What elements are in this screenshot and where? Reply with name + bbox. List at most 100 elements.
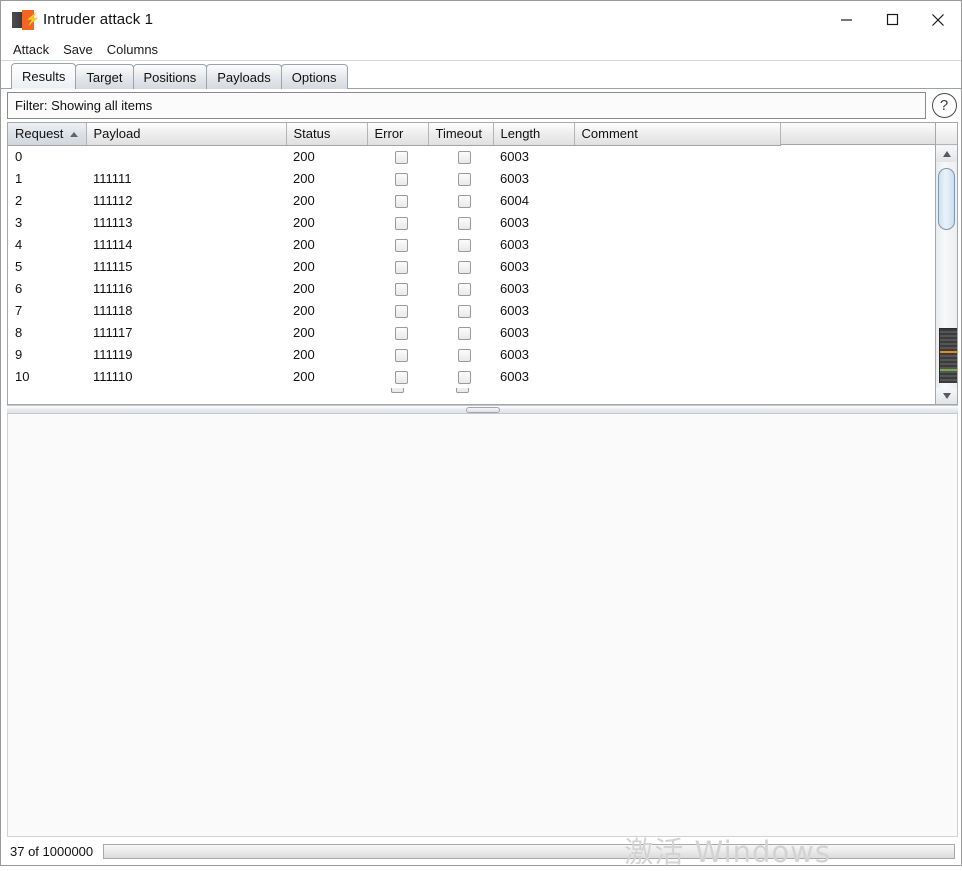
results-vertical-scrollbar[interactable] [935,122,958,405]
cell-timeout-checkbox[interactable] [428,145,493,167]
maximize-icon[interactable] [869,1,915,38]
table-row[interactable]: 7 111118 200 6003 [8,299,780,321]
cell-timeout-checkbox[interactable] [428,211,493,233]
cell-status: 200 [286,343,367,365]
panel-splitter[interactable] [7,405,958,414]
minimize-icon[interactable] [823,1,869,38]
menu-item-attack[interactable]: Attack [12,41,50,58]
column-header-status[interactable]: Status [286,123,368,146]
cell-payload [86,145,286,167]
cell-timeout-checkbox[interactable] [428,299,493,321]
cell-timeout-checkbox[interactable] [428,365,493,387]
checkbox-icon[interactable] [457,216,471,230]
checkbox-icon[interactable] [394,150,408,164]
column-header-comment[interactable]: Comment [574,123,781,146]
cell-request: 1 [8,167,86,189]
cell-request: 8 [8,321,86,343]
table-row[interactable]: 9 111119 200 6003 [8,343,780,365]
cell-request: 0 [8,145,86,167]
scrollbar-thumb[interactable] [938,168,955,230]
cell-comment [574,145,780,167]
table-row[interactable]: 6 111116 200 6003 [8,277,780,299]
checkbox-icon[interactable] [394,260,408,274]
menu-item-columns[interactable]: Columns [106,41,159,58]
checkbox-icon[interactable] [394,172,408,186]
cell-error-checkbox[interactable] [367,277,428,299]
checkbox-icon[interactable] [394,282,408,296]
checkbox-icon[interactable] [394,304,408,318]
checkbox-icon[interactable] [394,216,408,230]
checkbox-icon[interactable] [457,260,471,274]
table-row[interactable]: 0 200 6003 [8,145,780,167]
checkbox-icon[interactable] [457,370,471,384]
cell-error-checkbox[interactable] [367,299,428,321]
cell-timeout-checkbox[interactable] [428,255,493,277]
cell-payload: 111111 [86,167,286,189]
column-header-error[interactable]: Error [367,123,429,146]
scrollbar-track[interactable] [936,146,957,404]
cell-payload: 111116 [86,277,286,299]
checkbox-icon[interactable] [457,282,471,296]
cell-error-checkbox[interactable] [367,321,428,343]
splitter-grip[interactable] [465,407,500,413]
cell-status: 200 [286,277,367,299]
cell-timeout-checkbox[interactable] [428,233,493,255]
filter-bar[interactable]: Filter: Showing all items [7,92,926,119]
cell-timeout-checkbox[interactable] [428,343,493,365]
cell-length: 6003 [493,211,574,233]
column-header-length[interactable]: Length [493,123,575,146]
checkbox-icon[interactable] [457,172,471,186]
tab-positions[interactable]: Positions [132,64,208,89]
tab-target[interactable]: Target [75,64,134,89]
cell-timeout-checkbox[interactable] [428,167,493,189]
request-response-panel [7,414,958,837]
burp-suite-icon: ⚡ [12,9,40,30]
checkbox-icon[interactable] [394,326,408,340]
column-header-timeout[interactable]: Timeout [428,123,494,146]
table-row[interactable]: 3 111113 200 6003 [8,211,780,233]
cell-payload: 111113 [86,211,286,233]
cell-error-checkbox[interactable] [367,145,428,167]
table-row[interactable]: 1 111111 200 6003 [8,167,780,189]
help-button[interactable]: ? [929,91,959,121]
column-header-payload[interactable]: Payload [86,123,287,146]
cell-error-checkbox[interactable] [367,189,428,211]
checkbox-icon[interactable] [394,348,408,362]
table-row[interactable]: 4 111114 200 6003 [8,233,780,255]
cell-error-checkbox[interactable] [367,211,428,233]
checkbox-icon[interactable] [457,150,471,164]
checkbox-icon[interactable] [457,238,471,252]
tab-options[interactable]: Options [280,64,348,89]
checkbox-icon[interactable] [457,348,471,362]
scroll-up-button[interactable] [936,146,957,162]
cell-error-checkbox[interactable] [367,343,428,365]
tab-results[interactable]: Results [11,63,77,90]
column-header-request[interactable]: Request [8,123,87,146]
cell-comment [574,211,780,233]
checkbox-icon[interactable] [457,304,471,318]
table-row[interactable]: 8 111117 200 6003 [8,321,780,343]
table-row[interactable]: 5 111115 200 6003 [8,255,780,277]
scroll-down-button[interactable] [936,388,957,404]
cell-error-checkbox[interactable] [367,233,428,255]
menu-item-save[interactable]: Save [62,41,94,58]
cell-timeout-checkbox[interactable] [428,189,493,211]
cell-status: 200 [286,365,367,387]
table-row[interactable]: 10 111110 200 6003 [8,365,780,387]
cell-timeout-checkbox[interactable] [428,321,493,343]
checkbox-icon[interactable] [394,194,408,208]
window-controls [823,1,961,38]
cell-error-checkbox[interactable] [367,255,428,277]
checkbox-icon[interactable] [457,326,471,340]
checkbox-icon[interactable] [457,194,471,208]
column-header-comment-label: Comment [581,126,638,142]
table-row[interactable]: 2 111112 200 6004 [8,189,780,211]
cell-error-checkbox[interactable] [367,365,428,387]
close-icon[interactable] [915,1,961,38]
tab-payloads[interactable]: Payloads [206,64,282,89]
checkbox-icon[interactable] [394,238,408,252]
cell-error-checkbox[interactable] [367,167,428,189]
checkbox-icon[interactable] [394,370,408,384]
cell-length: 6003 [493,299,574,321]
cell-timeout-checkbox[interactable] [428,277,493,299]
